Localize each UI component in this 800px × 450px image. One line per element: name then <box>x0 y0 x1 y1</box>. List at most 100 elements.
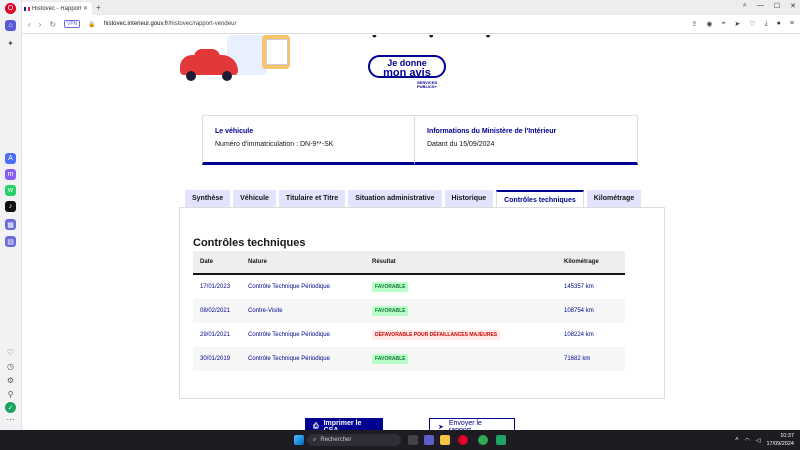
send-icon[interactable]: ➤ <box>734 20 740 28</box>
tab-historique[interactable]: Historique <box>444 190 494 207</box>
row-km: 108224 km <box>564 332 594 338</box>
chevron-up-icon[interactable]: ˄ <box>735 437 739 443</box>
row-date: 17/01/2023 <box>200 284 231 290</box>
close-tab-icon[interactable]: ✕ <box>83 5 88 12</box>
share-icon[interactable]: ⇪ <box>691 20 697 28</box>
hero-illustration <box>172 35 312 81</box>
table-row: 08/02/2021 Contre-Visite FAVORABLE 10875… <box>193 299 625 323</box>
whatsapp-icon[interactable]: w <box>5 185 16 196</box>
lock-icon[interactable]: 🔒 <box>88 21 95 28</box>
camera-icon[interactable]: ◉ <box>706 20 712 28</box>
tab-kilometrage[interactable]: Kilométrage <box>586 190 642 207</box>
chrome-icon[interactable] <box>478 435 488 445</box>
app-icon-2[interactable]: ▤ <box>5 236 16 247</box>
vehicule-card-title: Le véhicule <box>215 128 254 135</box>
services-publics-line2: PUBLICS+ <box>417 84 437 89</box>
immatriculation-value: Numéro d'immatriculation : DN-9**-SK <box>215 141 334 148</box>
location-icon[interactable]: ⌖ <box>721 20 725 28</box>
tiktok-icon[interactable]: ♪ <box>5 201 16 212</box>
more-icon[interactable]: ⋯ <box>5 414 16 425</box>
bookmark-icon[interactable]: ♡ <box>749 20 755 28</box>
system-tray: ˄ ◠ ◁ 10:37 17/09/2024 <box>735 432 794 448</box>
settings-icon[interactable]: ⚙ <box>5 375 16 386</box>
home-icon[interactable]: ⌂ <box>5 20 16 31</box>
heart-icon[interactable]: ♡ <box>5 347 16 358</box>
row-nature: Contrôle Technique Périodique <box>248 332 330 338</box>
hero-text-fragment: • • • <box>372 35 515 43</box>
report-tabs: Synthèse Véhicule Titulaire et Titre Sit… <box>185 190 642 208</box>
opera-logo-icon[interactable]: O <box>5 3 16 14</box>
volume-icon[interactable]: ◁ <box>756 437 761 444</box>
app-icon-1[interactable]: ▦ <box>5 219 16 230</box>
page-content: • • • Je donne mon avis SERVICES PUBLICS… <box>22 35 800 430</box>
print-label: Imprimer le CSA <box>323 419 362 431</box>
tab-vehicule[interactable]: Véhicule <box>233 190 276 207</box>
status-badge: FAVORABLE <box>372 354 409 364</box>
speed-dial-icon[interactable]: ✦ <box>5 38 16 49</box>
minimize-icon[interactable]: — <box>757 2 764 10</box>
status-badge: DÉFAVORABLE POUR DÉFAILLANCES MAJEURES <box>372 330 501 340</box>
teams-icon[interactable] <box>424 435 434 445</box>
controles-table: Date Nature Résultat Kilométrage 17/01/2… <box>193 251 625 371</box>
url-field[interactable]: histovec.interieur.gouv.fr/histovec/rapp… <box>104 21 237 27</box>
task-view-icon[interactable] <box>408 435 418 445</box>
avis-line2: mon avis <box>383 67 431 79</box>
row-km: 145357 km <box>564 284 594 290</box>
maximize-icon[interactable]: ☐ <box>774 2 780 10</box>
send-report-button[interactable]: ➤ Envoyer le rapport <box>429 418 515 430</box>
header-resultat: Résultat <box>372 259 396 265</box>
reload-icon[interactable]: ↻ <box>49 20 56 29</box>
excel-icon[interactable] <box>496 435 506 445</box>
taskbar-search-placeholder: Rechercher <box>320 437 352 443</box>
row-date: 29/01/2021 <box>200 332 231 338</box>
print-csa-button[interactable]: ⎙ Imprimer le CSA <box>305 418 383 430</box>
file-explorer-icon[interactable] <box>440 435 450 445</box>
row-nature: Contrôle Technique Périodique <box>248 356 330 362</box>
tab-titulaire[interactable]: Titulaire et Titre <box>278 190 346 207</box>
status-badge: FAVORABLE <box>372 282 409 292</box>
wifi-icon[interactable]: ◠ <box>745 437 750 444</box>
vpn-badge[interactable]: VPN <box>64 20 81 28</box>
forward-icon[interactable]: › <box>39 20 42 29</box>
table-row: 30/01/2019 Contrôle Technique Périodique… <box>193 347 625 371</box>
send-label: Envoyer le rapport <box>448 419 482 431</box>
wheel-illustration <box>222 71 232 81</box>
header-kilometrage: Kilométrage <box>564 259 599 265</box>
window-controls: ⌕ — ☐ ✕ <box>743 2 796 10</box>
new-tab-icon[interactable]: + <box>96 3 101 12</box>
wheel-illustration <box>186 71 196 81</box>
vehicule-card: Le véhicule Numéro d'immatriculation : D… <box>202 115 424 165</box>
history-icon[interactable]: ◷ <box>5 361 16 372</box>
messenger-icon[interactable]: m <box>5 169 16 180</box>
opera-taskbar-icon[interactable] <box>458 435 468 445</box>
clock-date: 17/09/2024 <box>766 441 794 447</box>
windows-start-icon[interactable] <box>294 435 304 445</box>
tab-controles-techniques[interactable]: Contrôles techniques <box>496 190 584 208</box>
close-window-icon[interactable]: ✕ <box>790 2 796 10</box>
favicon-icon <box>24 6 30 11</box>
aria-icon[interactable]: A <box>5 153 16 164</box>
browser-tab-strip: Histovec - Rapport vendeur ✕ + ⌕ — ☐ ✕ <box>0 0 800 15</box>
person-illustration <box>262 35 290 69</box>
donner-avis-button[interactable]: Je donne mon avis <box>368 55 446 79</box>
account-icon[interactable]: ✓ <box>5 402 16 413</box>
menu-icon[interactable]: ≡ <box>790 20 794 28</box>
pin-icon[interactable]: ⚲ <box>5 389 16 400</box>
browser-tab-title: Histovec - Rapport vendeur <box>32 5 81 12</box>
download-icon[interactable]: ⤓ <box>765 20 768 28</box>
row-resultat-cell: FAVORABLE <box>372 354 564 364</box>
ministere-card-title: Informations du Ministère de l'Intérieur <box>427 128 557 135</box>
clock[interactable]: 10:37 17/09/2024 <box>766 432 794 448</box>
tab-synthese[interactable]: Synthèse <box>185 190 231 207</box>
url-domain: histovec.interieur.gouv.fr <box>103 21 169 27</box>
row-nature: Contrôle Technique Périodique <box>248 284 330 290</box>
browser-tab[interactable]: Histovec - Rapport vendeur ✕ <box>20 2 92 15</box>
tab-situation-administrative[interactable]: Situation administrative <box>348 190 442 207</box>
ministere-date-value: Datant du 15/09/2024 <box>427 141 495 148</box>
taskbar-search[interactable]: ⌕ Rechercher <box>307 434 401 446</box>
row-resultat-cell: FAVORABLE <box>372 306 564 316</box>
url-path: /histovec/rapport-vendeur <box>168 21 237 27</box>
back-icon[interactable]: ‹ <box>28 20 31 29</box>
search-tabs-icon[interactable]: ⌕ <box>743 2 747 10</box>
profile-icon[interactable]: ● <box>777 20 781 28</box>
